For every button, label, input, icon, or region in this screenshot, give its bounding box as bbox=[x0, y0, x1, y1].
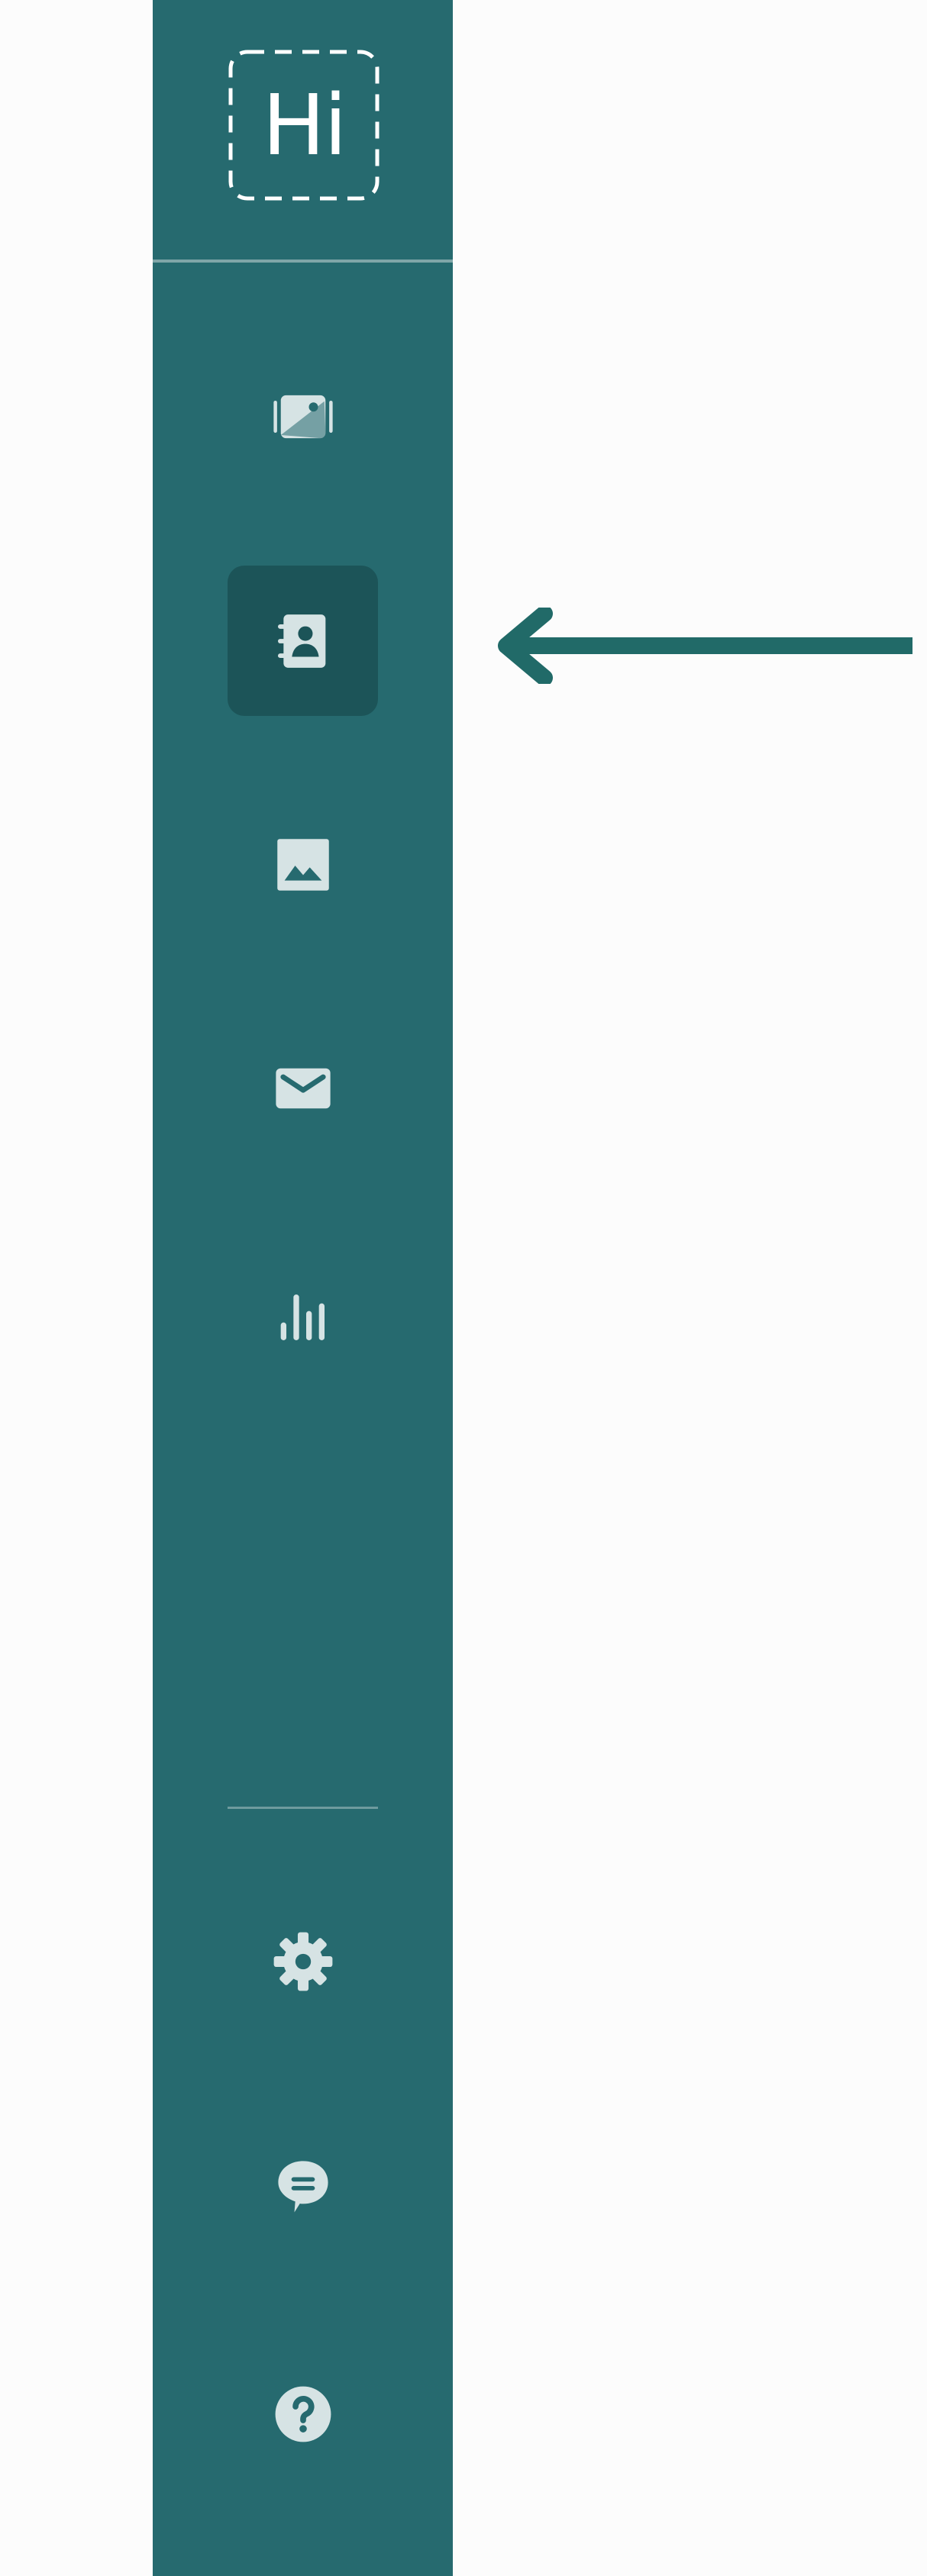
arrow-left-icon bbox=[493, 608, 912, 684]
app-logo[interactable]: Hi bbox=[228, 49, 380, 202]
sidebar-item-email[interactable] bbox=[228, 1013, 378, 1163]
photo-library-icon bbox=[273, 395, 333, 438]
envelope-icon bbox=[275, 1068, 331, 1108]
logo-text: Hi bbox=[262, 76, 347, 174]
sidebar-item-media[interactable] bbox=[228, 341, 378, 492]
page: Hi bbox=[0, 0, 927, 2576]
sidebar-item-settings[interactable] bbox=[228, 1886, 378, 2036]
sidebar-bottom-divider bbox=[228, 1807, 378, 1809]
chat-bubble-icon bbox=[277, 2160, 328, 2212]
bar-chart-icon bbox=[280, 1294, 325, 1340]
sidebar-item-contacts[interactable] bbox=[228, 566, 378, 716]
sidebar-top-divider bbox=[153, 260, 453, 263]
sidebar: Hi bbox=[153, 0, 453, 2576]
sidebar-item-help[interactable] bbox=[228, 2339, 378, 2489]
sidebar-item-analytics[interactable] bbox=[228, 1242, 378, 1392]
sidebar-item-chat[interactable] bbox=[228, 2110, 378, 2261]
gear-icon bbox=[273, 1932, 332, 1991]
sidebar-item-images[interactable] bbox=[228, 789, 378, 940]
help-icon bbox=[275, 2386, 331, 2442]
contact-book-icon bbox=[277, 614, 325, 668]
image-icon bbox=[276, 838, 329, 891]
